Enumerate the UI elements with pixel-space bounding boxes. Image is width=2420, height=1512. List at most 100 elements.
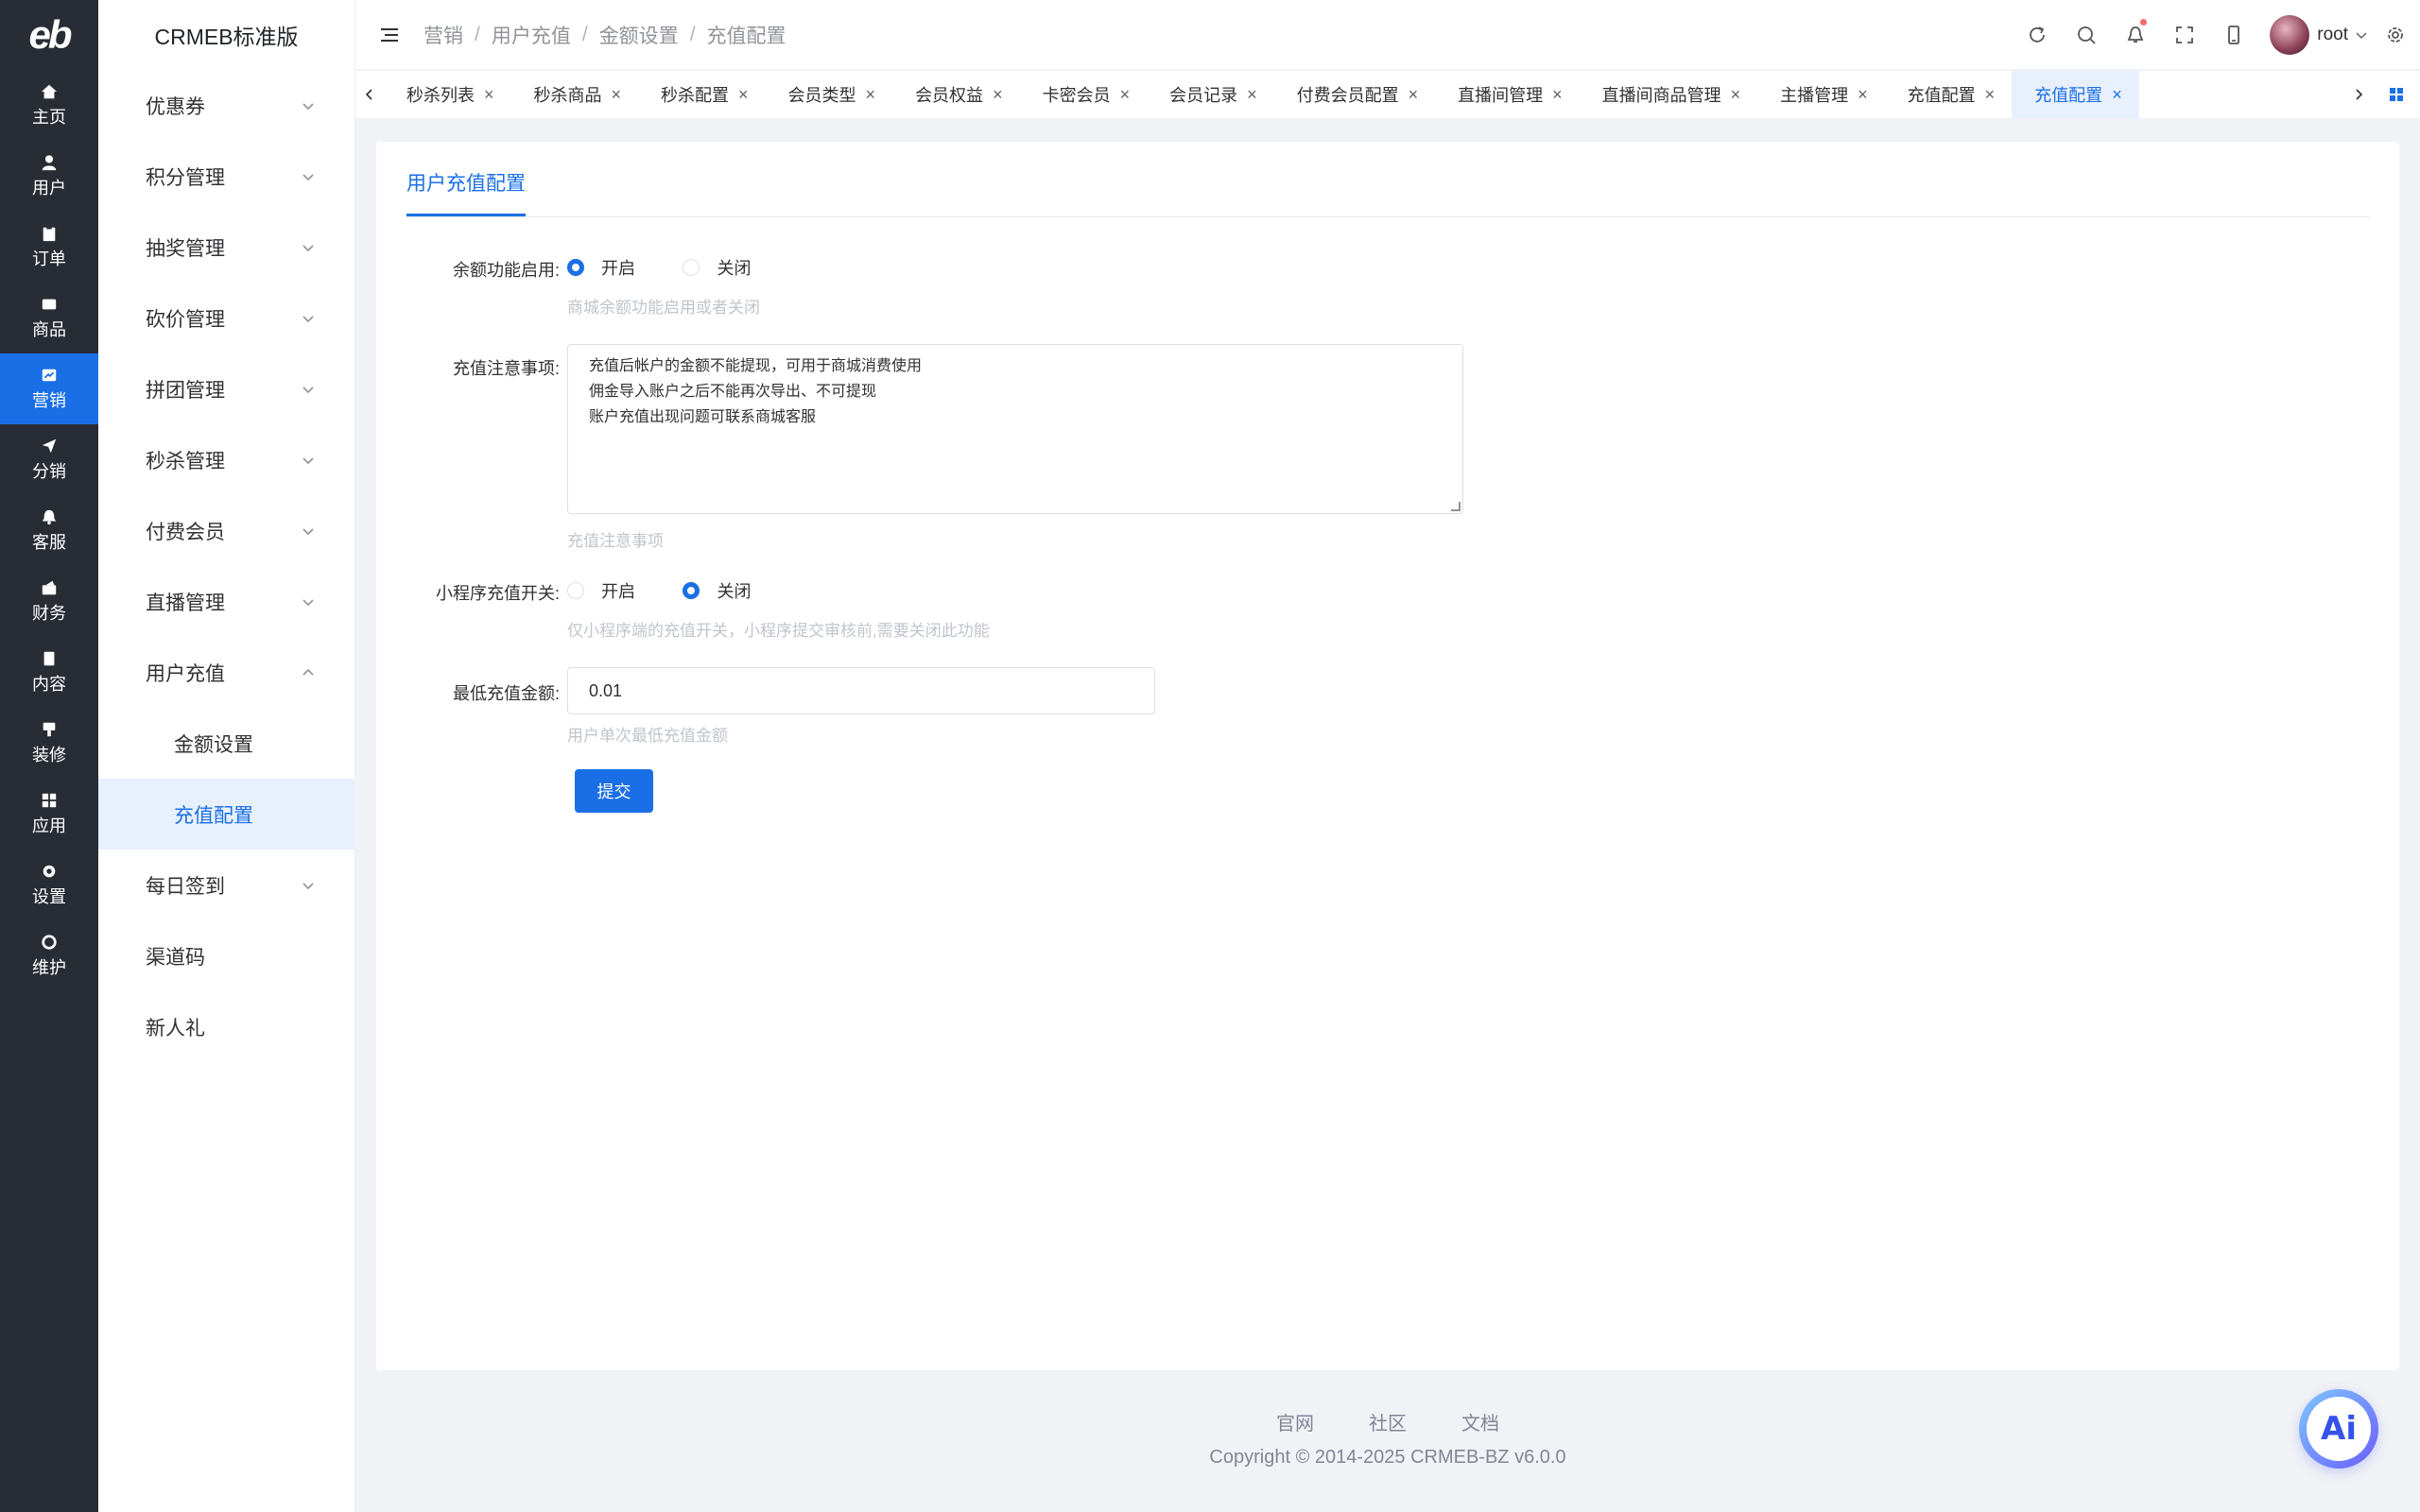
rail-item-content[interactable]: 内容 xyxy=(0,637,98,708)
avatar[interactable] xyxy=(2270,15,2310,55)
rail-item-user[interactable]: 用户 xyxy=(0,141,98,212)
tab-label: 充值配置 xyxy=(1907,86,1976,105)
fullscreen-button[interactable] xyxy=(2160,0,2209,70)
notice-textarea[interactable]: 充值后帐户的金额不能提现，可用于商城消费使用 佣金导入账户之后不能再次导出、不可… xyxy=(567,344,1463,514)
rail-item-home[interactable]: 主页 xyxy=(0,70,98,141)
menu-item-points[interactable]: 积分管理 xyxy=(98,141,354,212)
menu-item-sign-in[interactable]: 每日签到 xyxy=(98,850,354,920)
tab-item[interactable]: 会员权益 × xyxy=(892,71,1020,118)
close-icon[interactable]: × xyxy=(993,85,1003,105)
resize-handle[interactable] xyxy=(1451,502,1461,511)
footer-link-community[interactable]: 社区 xyxy=(1369,1408,1407,1435)
rail-item-settings[interactable]: 设置 xyxy=(0,850,98,920)
close-icon[interactable]: × xyxy=(1858,85,1868,105)
mini-off-radio[interactable]: 关闭 xyxy=(683,578,751,603)
breadcrumb-current: 充值配置 xyxy=(706,25,786,47)
close-icon[interactable]: × xyxy=(484,85,494,105)
rail-item-finance[interactable]: 财务 xyxy=(0,566,98,637)
menu-item-paid-member[interactable]: 付费会员 xyxy=(98,495,354,566)
balance-row: 余额功能启用: 开启 关闭 商城余额功能启用或者关闭 xyxy=(376,255,794,318)
rail-item-product[interactable]: 商品 xyxy=(0,283,98,353)
search-button[interactable] xyxy=(2062,0,2111,70)
menu-item-recharge[interactable]: 用户充值 xyxy=(98,637,354,708)
rail-item-distribution[interactable]: 分销 xyxy=(0,424,98,495)
tab-item[interactable]: 卡密会员 × xyxy=(1020,71,1148,118)
close-icon[interactable]: × xyxy=(2112,85,2122,105)
rail-label: 装修 xyxy=(32,745,66,765)
submit-button[interactable]: 提交 xyxy=(575,769,653,813)
close-icon[interactable]: × xyxy=(1985,85,1996,105)
tabs-menu-button[interactable] xyxy=(2373,71,2420,118)
footer-link-docs[interactable]: 文档 xyxy=(1461,1408,1499,1435)
notification-button[interactable] xyxy=(2111,0,2160,70)
tab-item[interactable]: 会员记录 × xyxy=(1147,71,1274,118)
tab-item[interactable]: 秒杀列表 × xyxy=(384,71,511,118)
menu-item-lottery[interactable]: 抽奖管理 xyxy=(98,212,354,283)
tabs-scroll-left[interactable] xyxy=(355,71,384,118)
rail-item-order[interactable]: 订单 xyxy=(0,212,98,283)
chevron-down-icon xyxy=(302,315,314,322)
tab-item[interactable]: 秒杀配置 × xyxy=(638,71,766,118)
finance-icon xyxy=(42,580,57,594)
breadcrumb-item[interactable]: 用户充值 xyxy=(492,21,571,49)
close-icon[interactable]: × xyxy=(738,85,749,105)
balance-off-radio[interactable]: 关闭 xyxy=(683,255,751,280)
refresh-button[interactable] xyxy=(2013,0,2062,70)
menu-toggle-icon[interactable] xyxy=(378,24,401,46)
min-amount-input[interactable]: 0.01 xyxy=(567,667,1155,714)
min-amount-hint: 用户单次最低充值金额 xyxy=(567,727,728,745)
menu-item-coupon[interactable]: 优惠券 xyxy=(98,70,354,141)
close-icon[interactable]: × xyxy=(1731,85,1741,105)
tab-recharge-config[interactable]: 用户充值配置 xyxy=(406,168,526,216)
menu-item-group[interactable]: 拼团管理 xyxy=(98,353,354,424)
tab-item[interactable]: 主播管理 × xyxy=(1757,71,1885,118)
tab-label: 付费会员配置 xyxy=(1296,86,1399,105)
notice-hint: 充值注意事项 xyxy=(567,532,664,550)
rail-item-maintenance[interactable]: 维护 xyxy=(0,920,98,991)
tab-item-active[interactable]: 充值配置 × xyxy=(2012,71,2139,118)
tab-item[interactable]: 直播间管理 × xyxy=(1435,71,1580,118)
rail-item-marketing[interactable]: 营销 xyxy=(0,353,98,424)
breadcrumb-item[interactable]: 营销 xyxy=(424,21,463,49)
balance-on-radio[interactable]: 开启 xyxy=(567,255,635,280)
close-icon[interactable]: × xyxy=(1409,85,1419,105)
mobile-preview-button[interactable] xyxy=(2209,0,2258,70)
menu-label: 新人礼 xyxy=(146,1017,205,1040)
breadcrumb-item[interactable]: 金额设置 xyxy=(599,21,679,49)
tab-item[interactable]: 会员类型 × xyxy=(766,71,893,118)
close-icon[interactable]: × xyxy=(1552,85,1563,105)
close-icon[interactable]: × xyxy=(1247,85,1257,105)
logo[interactable]: eb xyxy=(0,0,98,70)
tab-label: 会员权益 xyxy=(915,86,984,105)
menu-item-recharge-config[interactable]: 充值配置 xyxy=(98,779,354,850)
tab-item[interactable]: 直播间商品管理 × xyxy=(1580,71,1758,118)
mini-on-radio[interactable]: 开启 xyxy=(567,578,635,603)
close-icon[interactable]: × xyxy=(866,85,876,105)
menu-item-seckill[interactable]: 秒杀管理 xyxy=(98,424,354,495)
tab-item[interactable]: 付费会员配置 × xyxy=(1274,71,1436,118)
tab-label: 卡密会员 xyxy=(1042,86,1111,105)
rail-item-service[interactable]: 客服 xyxy=(0,495,98,566)
tab-item[interactable]: 秒杀商品 × xyxy=(511,71,639,118)
footer-link-official[interactable]: 官网 xyxy=(1276,1408,1314,1435)
menu-item-bargain[interactable]: 砍价管理 xyxy=(98,283,354,353)
tabs-scroll-right[interactable] xyxy=(2344,71,2373,118)
chevron-down-icon[interactable] xyxy=(2356,29,2367,41)
tab-item[interactable]: 充值配置 × xyxy=(1885,71,2013,118)
menu-item-live[interactable]: 直播管理 xyxy=(98,566,354,637)
rail-item-decoration[interactable]: 装修 xyxy=(0,708,98,779)
username[interactable]: root xyxy=(2317,25,2348,45)
menu-item-newcomer-gift[interactable]: 新人礼 xyxy=(98,991,354,1062)
maintenance-icon xyxy=(42,934,57,950)
menu-item-amount-settings[interactable]: 金额设置 xyxy=(98,708,354,779)
menu-item-channel-code[interactable]: 渠道码 xyxy=(98,920,354,991)
chevron-down-icon xyxy=(302,527,314,535)
ai-assistant-button[interactable]: Ai xyxy=(2299,1389,2378,1469)
settings-icon xyxy=(43,865,56,877)
close-icon[interactable]: × xyxy=(612,85,622,105)
gear-icon[interactable] xyxy=(2384,24,2407,46)
close-icon[interactable]: × xyxy=(1120,85,1131,105)
menu-label: 每日签到 xyxy=(146,875,225,898)
rail-item-apps[interactable]: 应用 xyxy=(0,779,98,850)
input-value: 0.01 xyxy=(589,680,623,700)
